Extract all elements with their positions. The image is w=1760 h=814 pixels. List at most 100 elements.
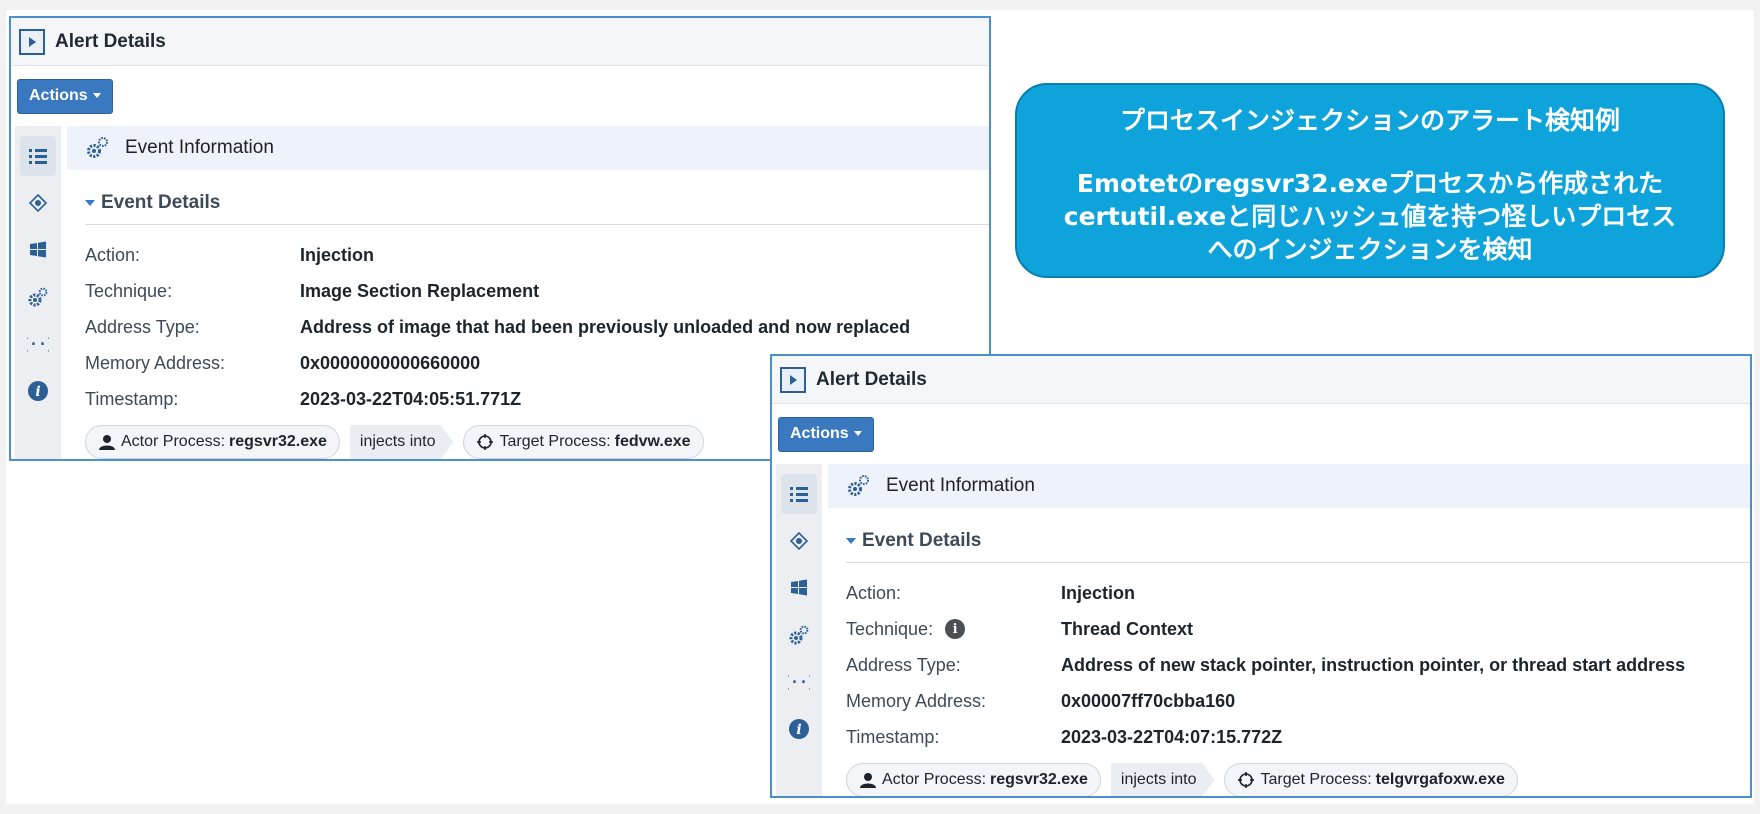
panel-header: Alert Details: [772, 356, 1750, 404]
field-label: Memory Address:: [85, 352, 226, 373]
gears-icon[interactable]: [20, 277, 56, 317]
sidebar: {··} i: [15, 126, 61, 459]
section-title: Event Information: [886, 475, 1035, 496]
content-area: Event Information Event Details Action: …: [828, 464, 1750, 796]
caret-down-icon: [846, 538, 856, 544]
target-process-chip[interactable]: Target Process: telgvrgafoxw.exe: [1224, 763, 1518, 796]
callout-body: Emotetのregsvr32.exeプロセスから作成された certutil.…: [1017, 167, 1723, 266]
actions-button[interactable]: Actions: [778, 416, 874, 452]
target-value: telgvrgafoxw.exe: [1375, 771, 1505, 788]
callout-title: プロセスインジェクションのアラート検知例: [1119, 106, 1620, 135]
crosshair-icon: [477, 434, 494, 450]
windows-icon[interactable]: [20, 230, 56, 270]
gears-icon: [87, 137, 108, 158]
svg-text:i: i: [35, 384, 40, 400]
event-details-title: Event Details: [101, 192, 221, 213]
actor-label: Actor Process:: [121, 433, 226, 450]
network-node-icon[interactable]: [781, 521, 817, 561]
windows-icon[interactable]: [781, 568, 817, 608]
event-details-toggle[interactable]: Event Details: [846, 530, 1750, 552]
relation-arrow: injects into: [1110, 763, 1215, 796]
crosshair-icon: [1238, 772, 1255, 788]
field-row-action: Action: Injection: [846, 575, 1750, 611]
event-details-title: Event Details: [862, 530, 982, 551]
event-information-bar[interactable]: Event Information: [67, 126, 989, 170]
target-process-chip[interactable]: Target Process: fedvw.exe: [463, 425, 704, 459]
caret-down-icon: [92, 93, 101, 98]
field-label: Address Type:: [846, 654, 961, 675]
actor-value: regsvr32.exe: [990, 771, 1088, 788]
actions-row: Actions: [772, 404, 1750, 464]
field-label: Action:: [846, 582, 902, 603]
field-value: Image Section Replacement: [300, 280, 540, 301]
field-value: 2023-03-22T04:05:51.771Z: [300, 388, 522, 409]
user-icon: [860, 773, 876, 788]
field-label: Timestamp:: [846, 726, 940, 747]
section-title: Event Information: [125, 137, 274, 158]
callout-line: へのインジェクションを検知: [1207, 235, 1533, 264]
gears-icon: [848, 475, 869, 496]
info-icon[interactable]: i: [945, 619, 966, 639]
event-information-bar[interactable]: Event Information: [828, 464, 1750, 508]
field-row-technique: Technique: i Thread Context: [846, 611, 1750, 647]
field-row-timestamp: Timestamp: 2023-03-22T04:07:15.772Z: [846, 719, 1750, 755]
field-row-memory-address: Memory Address: 0x00007ff70cbba160: [846, 683, 1750, 719]
caret-down-icon: [853, 431, 862, 436]
screenshot-canvas: Alert Details Actions ·· i Event Informa…: [0, 0, 1760, 814]
svg-text:{··}: {··}: [27, 335, 49, 353]
divider: [85, 224, 989, 225]
event-details-toggle[interactable]: Event Details: [85, 192, 989, 214]
field-value: Address of image that had been previousl…: [300, 316, 911, 337]
info-circle-icon[interactable]: i: [20, 371, 56, 411]
field-label: Address Type:: [85, 316, 200, 337]
target-label: Target Process:: [499, 433, 611, 450]
panel-toggle-icon[interactable]: [19, 28, 45, 55]
callout-line: certutil.exeと同じハッシュ値を持つ怪しいプロセス: [1063, 202, 1677, 231]
panel-title: Alert Details: [816, 368, 927, 390]
actions-button-label: Actions: [29, 86, 88, 104]
list-view-icon[interactable]: [781, 474, 817, 514]
field-label: Technique:: [846, 618, 934, 639]
actor-label: Actor Process:: [882, 771, 987, 788]
user-icon: [99, 435, 115, 450]
actor-process-chip[interactable]: Actor Process: regsvr32.exe: [85, 425, 340, 459]
field-value: 0x00007ff70cbba160: [1061, 690, 1236, 711]
field-value: 0x0000000000660000: [300, 352, 481, 373]
sidebar: {··} i: [776, 464, 822, 796]
actions-button[interactable]: Actions: [17, 78, 113, 114]
callout-box: プロセスインジェクションのアラート検知例 Emotetのregsvr32.exe…: [1015, 83, 1725, 278]
field-label: Timestamp:: [85, 388, 179, 409]
list-view-icon[interactable]: [20, 136, 56, 176]
panel-title: Alert Details: [55, 30, 166, 52]
panel-toggle-icon[interactable]: [780, 366, 806, 393]
network-node-icon[interactable]: [20, 183, 56, 223]
field-label: Technique:: [85, 280, 173, 301]
svg-text:i: i: [796, 722, 801, 738]
field-row-technique: Technique: Image Section Replacement: [85, 273, 989, 309]
event-fields: Action: Injection Technique: i Thread Co…: [846, 575, 1750, 755]
relation-arrow: injects into: [349, 425, 454, 459]
actions-row: Actions: [11, 66, 989, 126]
field-row-address-type: Address Type: Address of image that had …: [85, 309, 989, 345]
field-label: Memory Address:: [846, 690, 987, 711]
field-value: Address of new stack pointer, instructio…: [1061, 654, 1686, 675]
field-label-with-info: Technique: i: [846, 619, 1061, 640]
field-label: Action:: [85, 244, 141, 265]
caret-down-icon: [85, 200, 95, 206]
alert-details-panel-2: Alert Details Actions ·· i Event Informa…: [770, 354, 1752, 798]
code-braces-icon[interactable]: {··}: [20, 324, 56, 364]
code-braces-icon[interactable]: {··}: [781, 662, 817, 702]
svg-text:{··}: {··}: [788, 673, 810, 691]
info-circle-icon[interactable]: i: [781, 709, 817, 749]
target-value: fedvw.exe: [614, 433, 691, 450]
field-row-action: Action: Injection: [85, 237, 989, 273]
field-value: Thread Context: [1061, 618, 1194, 639]
gears-icon[interactable]: [781, 615, 817, 655]
target-label: Target Process:: [1260, 771, 1372, 788]
field-value: Injection: [1061, 582, 1136, 603]
panel-body: {··} i Event Information Event Details: [772, 464, 1750, 796]
field-value: Injection: [300, 244, 375, 265]
field-row-address-type: Address Type: Address of new stack point…: [846, 647, 1750, 683]
actor-process-chip[interactable]: Actor Process: regsvr32.exe: [846, 763, 1101, 796]
panel-header: Alert Details: [11, 18, 989, 66]
